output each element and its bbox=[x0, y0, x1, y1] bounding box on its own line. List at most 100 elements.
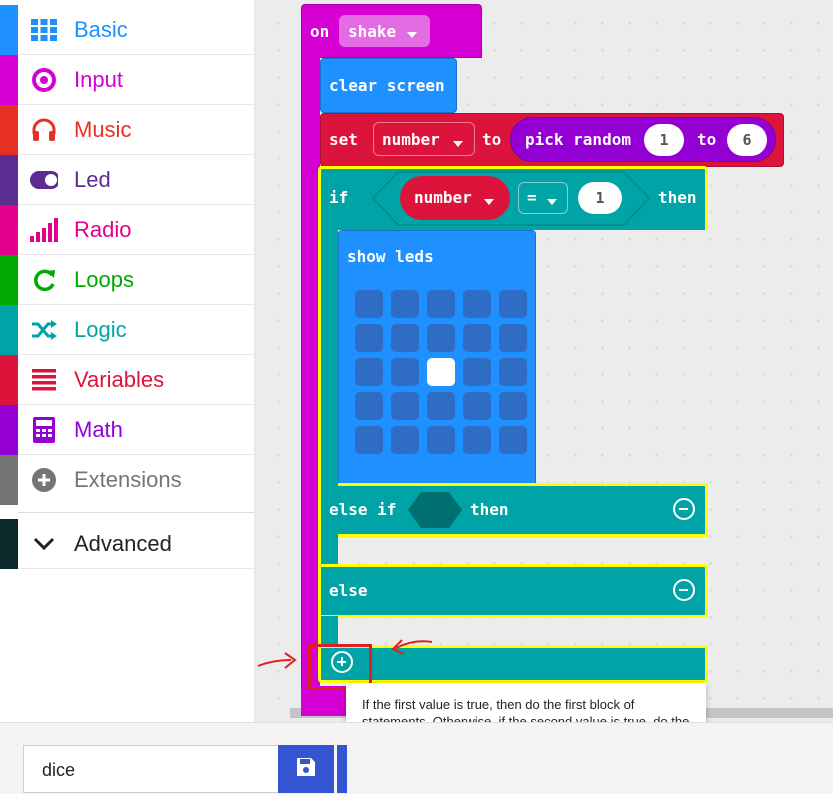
remove-else-if-button[interactable] bbox=[673, 498, 695, 520]
category-radio[interactable]: Radio bbox=[0, 205, 254, 255]
category-stripe bbox=[0, 519, 18, 569]
category-stripe bbox=[0, 155, 18, 205]
category-basic[interactable]: Basic bbox=[0, 5, 254, 55]
led-cell[interactable] bbox=[427, 290, 455, 318]
empty-condition-slot[interactable] bbox=[407, 491, 463, 529]
list-lines-icon bbox=[30, 367, 58, 393]
category-led[interactable]: Led bbox=[0, 155, 254, 205]
led-cell[interactable] bbox=[499, 392, 527, 420]
category-stripe bbox=[0, 455, 18, 505]
condition-variable: number bbox=[414, 188, 472, 207]
to-label: to bbox=[482, 130, 502, 149]
outline-segment bbox=[338, 483, 708, 486]
condition-value-input[interactable]: 1 bbox=[578, 182, 622, 214]
category-extensions[interactable]: Extensions bbox=[0, 455, 254, 505]
led-cell[interactable] bbox=[427, 392, 455, 420]
category-stripe bbox=[0, 5, 18, 55]
toolbox: Basic Input Music Led Radio Loops Logic … bbox=[0, 0, 255, 722]
led-cell[interactable] bbox=[391, 358, 419, 386]
set-label: set bbox=[329, 130, 358, 149]
if-label: if bbox=[329, 188, 349, 207]
led-cell[interactable] bbox=[463, 392, 491, 420]
led-cell[interactable] bbox=[355, 426, 383, 454]
chevron-down-icon bbox=[30, 531, 58, 557]
led-cell[interactable] bbox=[463, 358, 491, 386]
category-label: Loops bbox=[74, 267, 134, 292]
category-logic[interactable]: Logic bbox=[0, 305, 254, 355]
led-cell[interactable] bbox=[499, 358, 527, 386]
led-cell[interactable] bbox=[391, 392, 419, 420]
random-max-input[interactable]: 6 bbox=[727, 124, 767, 156]
if-block-arm bbox=[318, 616, 338, 646]
random-to-label: to bbox=[697, 130, 717, 149]
variable-dropdown-value: number bbox=[382, 130, 440, 149]
category-label: Math bbox=[74, 417, 123, 442]
led-cell[interactable] bbox=[391, 426, 419, 454]
led-cell[interactable] bbox=[463, 290, 491, 318]
grid-icon bbox=[30, 17, 58, 43]
led-cell[interactable] bbox=[427, 358, 455, 386]
led-cell[interactable] bbox=[427, 426, 455, 454]
random-min-input[interactable]: 1 bbox=[644, 124, 684, 156]
led-cell[interactable] bbox=[427, 324, 455, 352]
plus-circle-icon bbox=[30, 467, 58, 493]
led-cell[interactable] bbox=[499, 290, 527, 318]
target-icon bbox=[30, 67, 58, 93]
operator-value: = bbox=[527, 188, 537, 207]
clear-screen-label: clear screen bbox=[329, 76, 445, 95]
dropdown-arrow-icon bbox=[483, 193, 495, 211]
led-cell[interactable] bbox=[391, 290, 419, 318]
save-button[interactable] bbox=[278, 745, 334, 793]
led-cell[interactable] bbox=[463, 426, 491, 454]
category-input[interactable]: Input bbox=[0, 55, 254, 105]
dropdown-arrow-icon bbox=[546, 193, 558, 211]
if-block-arm bbox=[318, 228, 338, 488]
category-stripe bbox=[0, 55, 18, 105]
category-stripe bbox=[0, 255, 18, 305]
category-label: Led bbox=[74, 167, 111, 192]
loop-arrow-icon bbox=[30, 267, 58, 293]
else-label: else bbox=[329, 581, 368, 600]
category-stripe bbox=[0, 105, 18, 155]
annotation-arrow-icon bbox=[391, 639, 433, 655]
category-stripe bbox=[0, 305, 18, 355]
divider bbox=[18, 568, 254, 569]
if-block-arm bbox=[318, 537, 338, 564]
led-cell[interactable] bbox=[355, 358, 383, 386]
category-stripe bbox=[0, 355, 18, 405]
pick-random-label: pick random bbox=[525, 130, 631, 149]
led-cell[interactable] bbox=[499, 324, 527, 352]
project-name-input[interactable]: dice bbox=[23, 745, 278, 793]
category-advanced[interactable]: Advanced bbox=[0, 519, 254, 569]
category-stripe bbox=[0, 205, 18, 255]
category-label: Logic bbox=[74, 317, 127, 342]
else-if-then-label: then bbox=[470, 500, 509, 519]
category-stripe bbox=[0, 405, 18, 455]
else-row bbox=[318, 564, 708, 618]
annotation-arrow-icon bbox=[257, 652, 297, 669]
category-variables[interactable]: Variables bbox=[0, 355, 254, 405]
event-block-foot bbox=[301, 686, 351, 716]
else-if-label: else if bbox=[329, 500, 397, 519]
event-dropdown-value: shake bbox=[348, 22, 397, 41]
category-label: Basic bbox=[74, 17, 128, 42]
led-cell[interactable] bbox=[355, 392, 383, 420]
category-label: Input bbox=[74, 67, 123, 92]
category-label: Variables bbox=[74, 367, 165, 392]
remove-else-button[interactable] bbox=[673, 579, 695, 601]
category-label: Advanced bbox=[74, 531, 172, 556]
led-cell[interactable] bbox=[355, 324, 383, 352]
show-leds-label: show leds bbox=[347, 247, 434, 266]
category-music[interactable]: Music bbox=[0, 105, 254, 155]
dropdown-arrow-icon bbox=[406, 26, 418, 44]
led-cell[interactable] bbox=[499, 426, 527, 454]
led-cell[interactable] bbox=[391, 324, 419, 352]
toolbar-button[interactable] bbox=[337, 745, 347, 793]
category-math[interactable]: Math bbox=[0, 405, 254, 455]
led-cell[interactable] bbox=[355, 290, 383, 318]
led-cell[interactable] bbox=[463, 324, 491, 352]
headphones-icon bbox=[30, 117, 58, 143]
on-label: on bbox=[310, 22, 330, 41]
category-loops[interactable]: Loops bbox=[0, 255, 254, 305]
operator-dropdown[interactable] bbox=[518, 182, 568, 214]
